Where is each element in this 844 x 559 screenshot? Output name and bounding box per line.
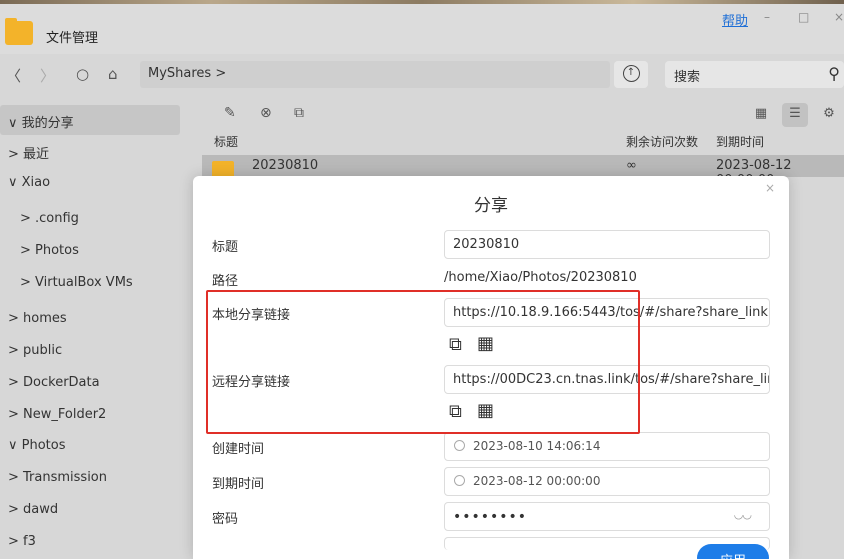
clock-icon	[454, 440, 465, 451]
title-bar: 文件管理 帮助 – □ ×	[0, 4, 844, 54]
table-row[interactable]: 20230810 ∞ 2023-08-12 00:00:00	[202, 155, 844, 188]
expire-label: 到期时间	[212, 477, 265, 492]
created-field: 2023-08-10 14:06:14	[444, 432, 770, 461]
sidebar-item[interactable]: ∨ Photos	[0, 431, 180, 461]
close-button[interactable]: ×	[834, 10, 844, 24]
copy-icon[interactable]: ⧉	[294, 105, 304, 121]
title-label: 标题	[212, 240, 239, 255]
sidebar-item[interactable]: > .config	[0, 204, 180, 234]
sidebar-item[interactable]: > Photos	[0, 236, 180, 266]
column-remaining[interactable]: 剩余访问次数	[626, 133, 698, 150]
help-link[interactable]: 帮助	[722, 10, 748, 29]
path-value: /home/Xiao/Photos/20230810	[444, 270, 637, 285]
sidebar-item[interactable]: ∨ Xiao	[0, 168, 180, 198]
password-field[interactable]: •••••••• ◡◡	[444, 502, 770, 531]
close-icon[interactable]: ×	[765, 181, 775, 195]
eye-hidden-icon[interactable]: ◡◡	[734, 508, 752, 521]
created-label: 创建时间	[212, 442, 265, 457]
minimize-button[interactable]: –	[764, 10, 770, 24]
path-label: 路径	[212, 274, 239, 289]
apply-button[interactable]: 应用	[697, 544, 769, 559]
sidebar-item[interactable]: > homes	[0, 304, 180, 334]
dialog-title: 分享	[474, 196, 508, 216]
list-view-button[interactable]: ☰	[782, 103, 808, 127]
sidebar-item[interactable]: > dawd	[0, 495, 180, 525]
maximize-button[interactable]: □	[798, 10, 809, 24]
password-label: 密码	[212, 512, 239, 527]
grid-view-button[interactable]: ▦	[748, 103, 774, 127]
sidebar-item[interactable]: > 最近	[0, 136, 180, 166]
sidebar-item[interactable]: > public	[0, 336, 180, 366]
refresh-icon[interactable]: ○	[76, 65, 89, 83]
search-icon[interactable]: ⚲	[828, 64, 840, 83]
row-title: 20230810	[252, 158, 319, 173]
app-title: 文件管理	[46, 31, 99, 46]
sidebar-item[interactable]: > New_Folder2	[0, 400, 180, 430]
cancel-share-icon[interactable]: ⊗	[260, 105, 272, 121]
title-field[interactable]: 20230810	[444, 230, 770, 259]
sidebar: ∨ 我的分享 > 最近 ∨ Xiao > .config > Photos > Virtu…	[0, 100, 186, 559]
up-button[interactable]: ↑	[614, 61, 648, 88]
sidebar-item[interactable]: > DockerData	[0, 368, 180, 398]
back-icon[interactable]: 〈	[6, 65, 21, 86]
column-title[interactable]: 标题	[214, 133, 238, 150]
sidebar-item[interactable]: ∨ 我的分享	[0, 105, 180, 135]
edit-icon[interactable]: ✎	[224, 105, 236, 121]
up-arrow-icon: ↑	[622, 65, 640, 82]
navigation-bar: 〈 〉 ○ ⌂ MyShares > ↑ 搜索 ⚲	[0, 54, 844, 94]
search-placeholder: 搜索	[674, 70, 701, 85]
folder-icon	[5, 18, 33, 45]
forward-icon[interactable]: 〉	[40, 65, 55, 86]
expire-field[interactable]: 2023-08-12 00:00:00	[444, 467, 770, 496]
highlight-annotation-box	[206, 290, 640, 434]
sidebar-item[interactable]: > VirtualBox VMs	[0, 268, 180, 298]
clock-icon	[454, 475, 465, 486]
home-icon[interactable]: ⌂	[108, 65, 118, 83]
path-breadcrumb[interactable]: MyShares >	[140, 61, 610, 88]
row-remaining: ∞	[626, 158, 637, 173]
search-input[interactable]: 搜索 ⚲	[665, 61, 844, 88]
settings-icon[interactable]: ⚙	[816, 103, 842, 127]
column-expire[interactable]: 到期时间	[716, 133, 764, 150]
sidebar-item[interactable]: > Transmission	[0, 463, 180, 493]
sidebar-item[interactable]: > f3	[0, 527, 180, 557]
